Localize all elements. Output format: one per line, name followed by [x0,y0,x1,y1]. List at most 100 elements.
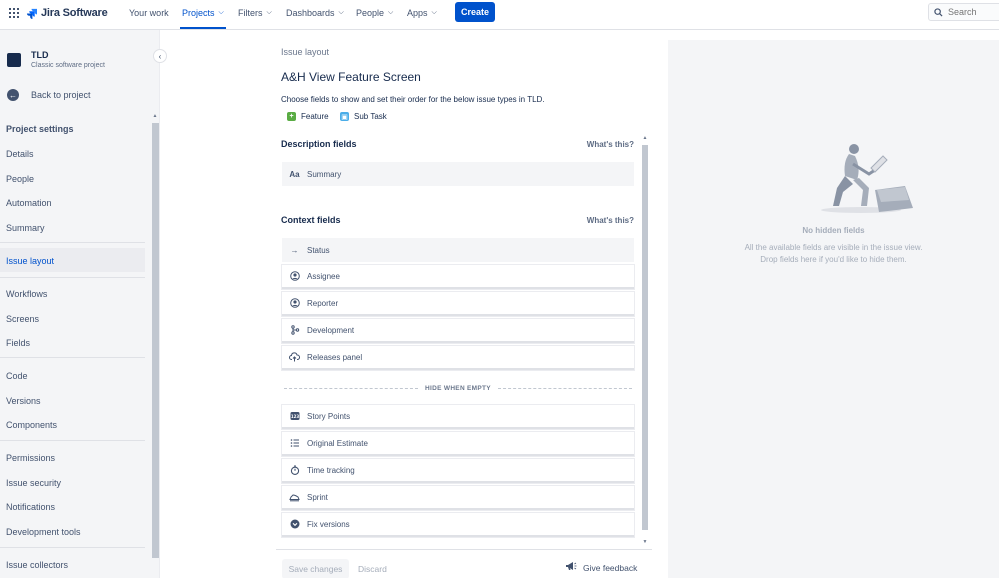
page-description: Choose fields to show and set their orde… [281,95,545,104]
megaphone-icon [565,561,577,574]
chevron-down-icon: ⌵ [388,9,394,16]
hide-when-empty-divider: HIDE WHEN EMPTY [284,383,632,393]
field-releases-panel[interactable]: Releases panel [282,346,634,370]
sidebar-item-details[interactable]: Details [6,149,34,159]
user-icon [289,271,300,282]
field-development[interactable]: Development [282,319,634,343]
field-label: Original Estimate [307,438,368,448]
sidebar-item-issue-collectors[interactable]: Issue collectors [6,560,68,570]
issue-type-subtask: ▣ Sub Task [340,112,387,121]
sidebar-item-development-tools[interactable]: Development tools [6,527,81,537]
footer-divider [276,549,652,550]
feedback-label: Give feedback [583,562,638,573]
give-feedback-button[interactable]: Give feedback [565,561,637,574]
sidebar-item-automation[interactable]: Automation [6,198,52,208]
sidebar-item-components[interactable]: Components [6,420,57,430]
scroll-thumb[interactable] [152,123,159,558]
sidebar-item-workflows[interactable]: Workflows [6,289,47,299]
sidebar-item-issue-layout[interactable]: Issue layout [6,256,54,266]
divider [0,547,145,548]
nav-apps[interactable]: Apps ⌵ [407,8,437,18]
search-input[interactable] [948,7,998,17]
field-original-estimate[interactable]: Original Estimate [282,432,634,456]
main-content: Issue layout A&H View Feature Screen Cho… [160,30,668,578]
nav-projects[interactable]: Projects ⌵ [182,8,224,18]
list-icon [289,438,300,449]
field-label: Summary [307,169,342,179]
empty-state-line: Drop fields here if you'd like to hide t… [760,255,907,264]
save-changes-button[interactable]: Save changes [282,559,349,578]
fields-panel: Description fields What's this? Aa Summa… [276,133,651,551]
empty-state-illustration [821,144,913,213]
nav-label: Filters [238,8,263,18]
chevron-down-icon: ⌵ [338,9,344,16]
breadcrumb[interactable]: Issue layout [281,47,329,57]
whats-this-link[interactable]: What's this? [587,140,634,149]
cloud-icon [289,352,300,363]
sidebar-item-code[interactable]: Code [6,371,28,381]
project-name: TLD [31,50,49,60]
sidebar-item-issue-security[interactable]: Issue security [6,478,61,488]
field-time-tracking[interactable]: Time tracking [282,459,634,483]
project-type: Classic software project [31,62,105,69]
sidebar-item-summary[interactable]: Summary [6,223,45,233]
field-label: Story Points [307,411,351,421]
search-icon [934,7,943,17]
sidebar-item-screens[interactable]: Screens [6,314,39,324]
description-fields-title: Description fields [281,139,357,149]
field-fix-versions[interactable]: Fix versions [282,513,634,537]
field-label: Time tracking [307,465,355,475]
nav-filters[interactable]: Filters ⌵ [238,8,272,18]
project-sidebar: TLD Classic software project ‹ ← Back to… [0,30,167,578]
field-status[interactable]: → Status [282,238,634,262]
sidebar-item-permissions[interactable]: Permissions [6,453,55,463]
jira-logo[interactable]: Jira Software [26,6,108,20]
field-label: Assignee [307,271,340,281]
empty-state-line: All the available fields are visible in … [744,243,923,252]
field-story-points[interactable]: 123 Story Points [282,405,634,429]
arrow-left-icon: ← [7,89,19,101]
sidebar-scrollbar[interactable]: ▲ [151,113,159,578]
field-label: Status [307,245,330,255]
sidebar-item-people[interactable]: People [6,174,34,184]
stopwatch-icon [289,465,300,476]
context-fields-title: Context fields [281,215,341,225]
nav-people[interactable]: People ⌵ [356,8,393,18]
field-label: Reporter [307,298,339,308]
back-label: Back to project [31,90,91,100]
sidebar-item-versions[interactable]: Versions [6,396,41,406]
nav-your-work[interactable]: Your work [129,8,169,18]
scroll-down-icon[interactable]: ▼ [641,539,649,545]
nav-label: Apps [407,8,428,18]
chevron-down-icon: ⌵ [431,9,437,16]
scroll-up-icon[interactable]: ▲ [641,135,649,141]
issue-type-label: Sub Task [354,112,387,121]
discard-button[interactable]: Discard [358,559,387,578]
scroll-up-icon[interactable]: ▲ [152,113,158,119]
hidden-fields-panel[interactable]: No hidden fields All the available field… [668,40,999,578]
divider [0,440,145,441]
top-navigation: Jira Software Your work Projects ⌵ Filter… [0,0,999,30]
create-button[interactable]: Create [455,2,495,22]
text-icon: Aa [289,169,300,179]
field-sprint[interactable]: Sprint [282,486,634,510]
field-summary[interactable]: Aa Summary [282,162,634,186]
back-to-project-link[interactable]: ← Back to project [7,89,91,101]
whats-this-link[interactable]: What's this? [587,216,634,225]
sidebar-item-fields[interactable]: Fields [6,338,30,348]
nav-label: Your work [129,8,169,18]
empty-state-title: No hidden fields [802,226,865,235]
fields-panel-scrollbar[interactable]: ▲ ▼ [641,135,649,551]
nav-dashboards[interactable]: Dashboards ⌵ [286,8,344,18]
version-icon [289,519,300,530]
field-assignee[interactable]: Assignee [282,265,634,289]
page-title: A&H View Feature Screen [281,70,421,84]
search-box[interactable] [928,3,999,21]
field-label: Development [307,325,355,335]
field-reporter[interactable]: Reporter [282,292,634,316]
sidebar-item-notifications[interactable]: Notifications [6,502,55,512]
scroll-thumb[interactable] [642,145,648,530]
svg-text:123: 123 [290,414,299,419]
app-switcher-icon[interactable] [9,8,19,18]
project-avatar [7,53,21,67]
